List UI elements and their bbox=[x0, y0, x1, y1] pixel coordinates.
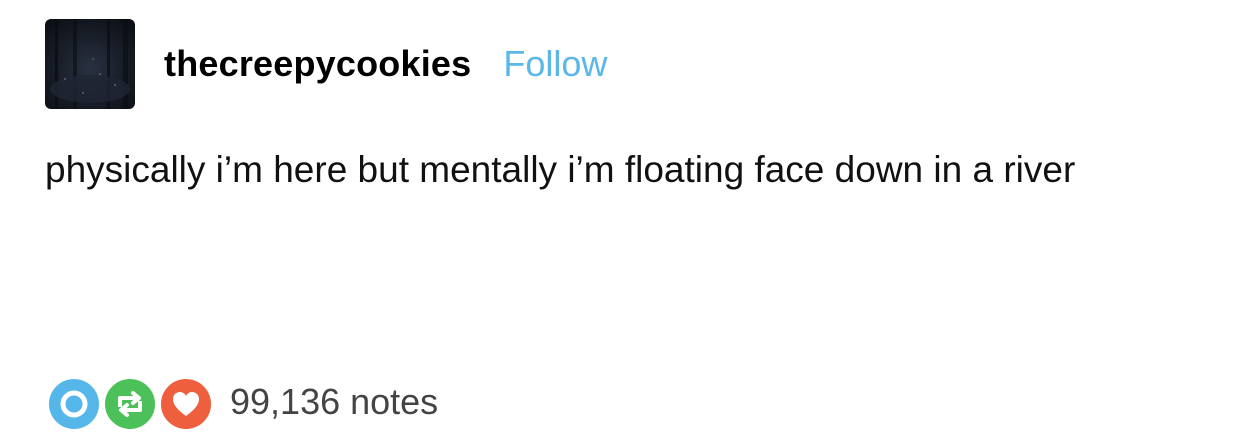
avatar[interactable] bbox=[45, 19, 135, 109]
post-text: physically i’m here but mentally i’m flo… bbox=[45, 149, 1076, 190]
avatar-image bbox=[45, 19, 135, 109]
reply-icon bbox=[45, 375, 103, 433]
tumblr-post: thecreepycookies Follow physically i’m h… bbox=[0, 0, 1242, 433]
follow-button[interactable]: Follow bbox=[503, 43, 607, 85]
post-footer: 99,136 notes bbox=[45, 375, 438, 435]
username-link[interactable]: thecreepycookies bbox=[164, 43, 471, 85]
heart-icon bbox=[157, 375, 215, 433]
notes-count[interactable]: 99,136 notes bbox=[230, 381, 438, 423]
note-icons[interactable] bbox=[45, 375, 215, 435]
post-header: thecreepycookies Follow bbox=[45, 19, 607, 109]
reblog-icon bbox=[101, 375, 159, 433]
